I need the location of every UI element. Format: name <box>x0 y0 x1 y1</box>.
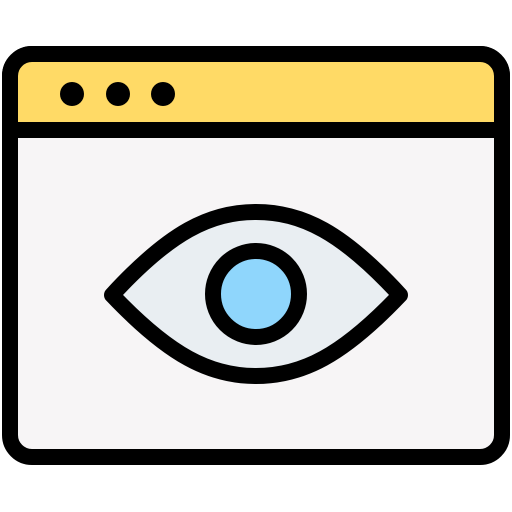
iris-icon <box>205 243 307 345</box>
browser-eye-icon-canvas <box>0 0 512 512</box>
window-dot-1 <box>60 82 84 106</box>
browser-eye-icon <box>2 46 510 465</box>
window-dot-2 <box>106 82 130 106</box>
window-dot-3 <box>151 82 175 106</box>
